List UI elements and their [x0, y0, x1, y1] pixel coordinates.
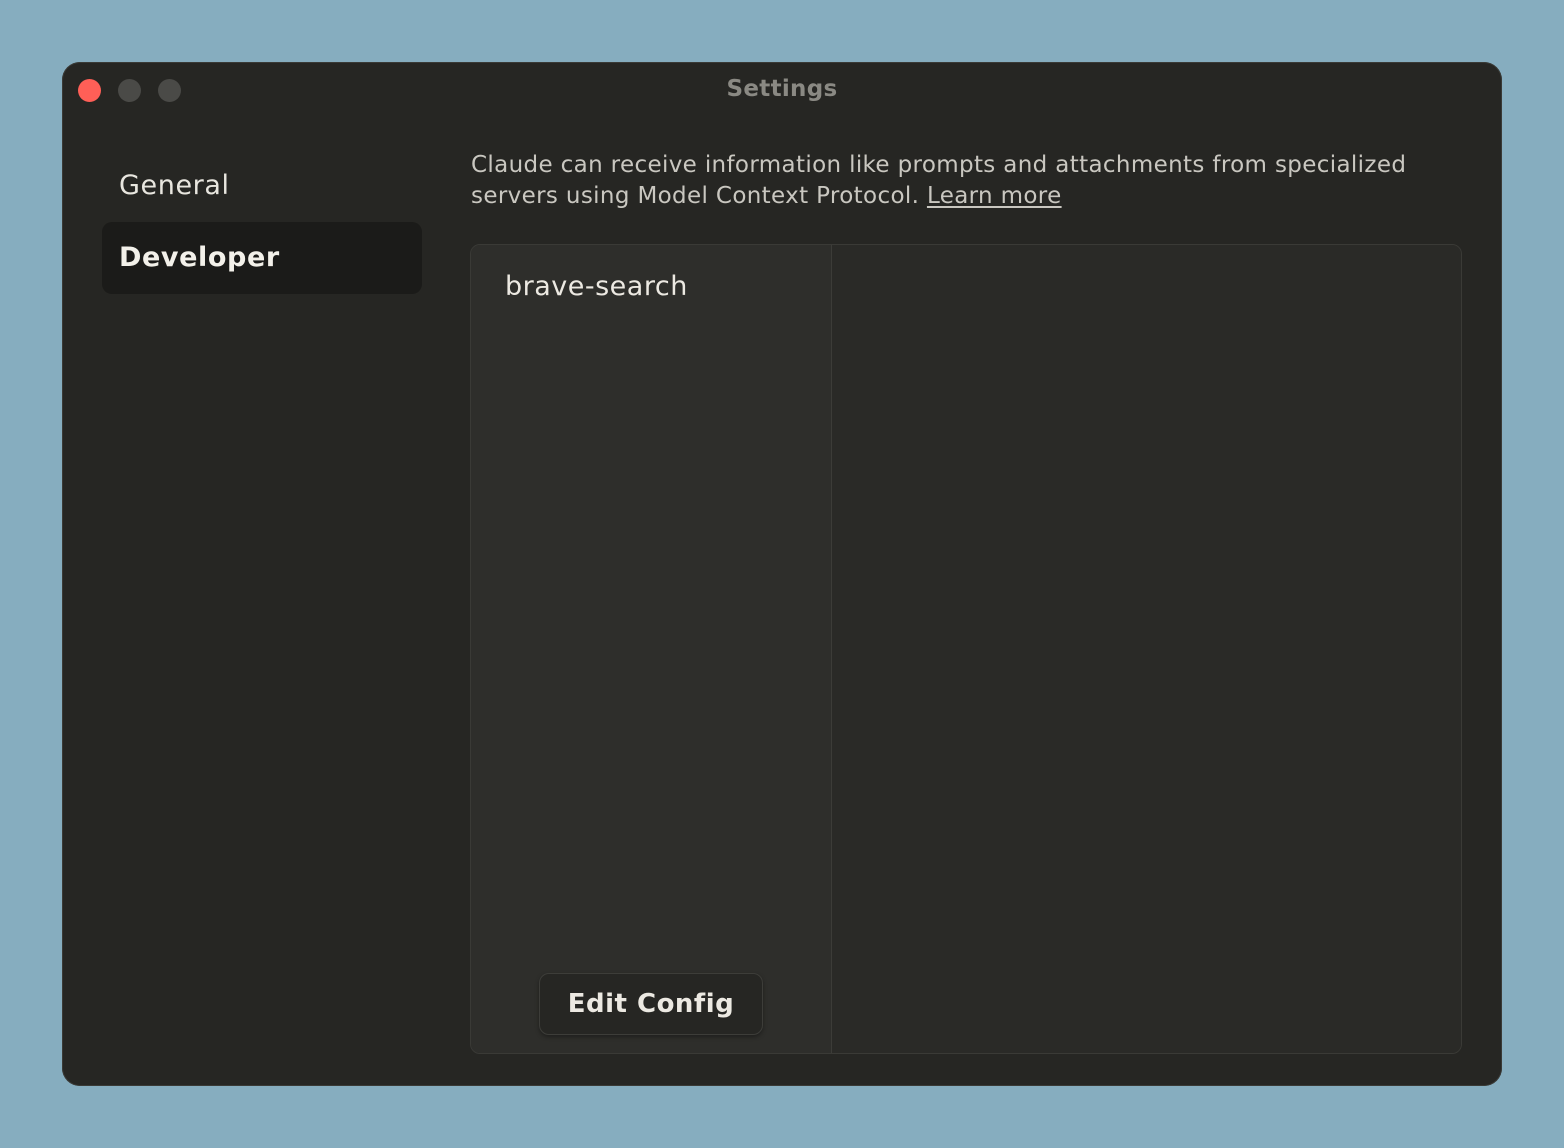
window-title: Settings [726, 76, 838, 102]
learn-more-link[interactable]: Learn more [927, 183, 1062, 209]
sidebar-item-developer[interactable]: Developer [102, 222, 422, 294]
settings-window: Settings General Developer Claude can re… [62, 62, 1502, 1086]
title-bar: Settings [62, 62, 1502, 120]
server-detail-pane [832, 245, 1461, 1053]
server-item-brave-search[interactable]: brave-search [505, 271, 688, 302]
mcp-description: Claude can receive information like prom… [471, 150, 1451, 212]
server-list: brave-search Edit Config [471, 245, 832, 1053]
edit-config-button[interactable]: Edit Config [539, 973, 763, 1035]
mcp-servers-panel: brave-search Edit Config [470, 244, 1462, 1054]
sidebar-item-general[interactable]: General [102, 150, 422, 222]
settings-sidebar: General Developer [102, 150, 422, 294]
